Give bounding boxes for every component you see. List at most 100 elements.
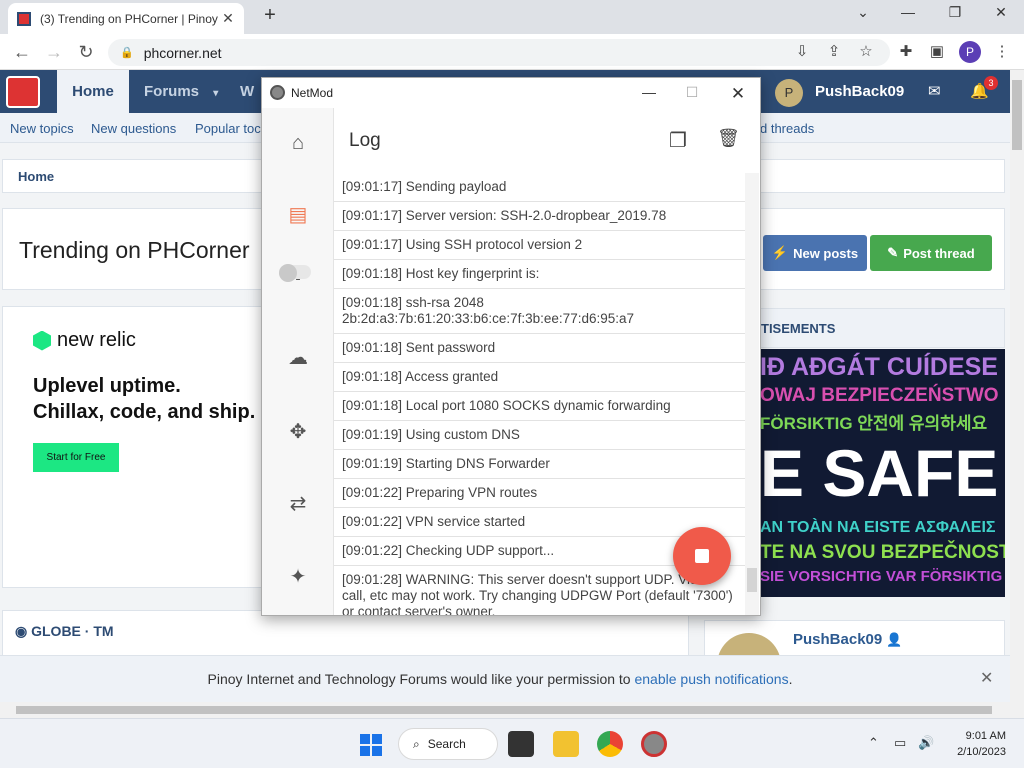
forward-icon[interactable]: →	[44, 42, 64, 62]
netmod-minimize-icon[interactable]: —	[639, 84, 659, 100]
url-text: phcorner.net	[143, 44, 222, 61]
close-icon[interactable]: ✕	[980, 668, 993, 688]
browser-tab[interactable]: (3) Trending on PHCorner | Pinoy ✕	[8, 3, 244, 34]
user-avatar[interactable]: P	[775, 79, 803, 107]
clear-log-icon[interactable]: 🗑	[717, 128, 740, 152]
netmod-close-icon[interactable]: ✕	[728, 84, 748, 104]
log-scroll-thumb[interactable]	[747, 568, 757, 592]
copy-icon[interactable]: ❐	[667, 128, 689, 152]
menu-icon[interactable]: ⋮	[992, 42, 1012, 62]
file-explorer-icon[interactable]	[553, 731, 579, 757]
side-panel-icon[interactable]: ▣	[927, 42, 947, 62]
nav-whats-new[interactable]: W	[240, 70, 260, 113]
back-icon[interactable]: ←	[12, 42, 32, 62]
cloud-icon[interactable]: ☁	[284, 344, 312, 372]
profile-name[interactable]: PushBack09 👤	[793, 631, 903, 648]
post-thread-button[interactable]: ✎ Post thread	[870, 235, 992, 271]
advertisements-header: TISEMENTS	[760, 308, 1005, 348]
log-entry: [09:01:17] Server version: SSH-2.0-dropb…	[334, 202, 745, 231]
enable-push-link[interactable]: enable push notifications	[634, 671, 788, 687]
horizontal-scroll-thumb[interactable]	[16, 706, 992, 714]
notification-badge: 3	[984, 76, 998, 90]
repeat-icon[interactable]: ⇄	[284, 490, 312, 518]
log-entry: [09:01:17] Using SSH protocol version 2	[334, 231, 745, 260]
new-posts-label: New posts	[793, 245, 859, 261]
tab-title: (3) Trending on PHCorner | Pinoy	[40, 11, 218, 26]
log-icon[interactable]: ▤	[284, 201, 312, 229]
tab-search-icon[interactable]: ⌄	[848, 4, 878, 21]
log-entry: [09:01:18] Sent password	[334, 334, 745, 363]
ad-headline: Uplevel uptime. Chillax, code, and ship.	[33, 373, 255, 425]
globe-tm-title[interactable]: ◉ GLOBE · TM	[15, 623, 114, 640]
log-entry: [09:01:18] ssh-rsa 2048 2b:2d:a3:7b:61:2…	[334, 289, 745, 334]
network-icon[interactable]: ▭	[894, 735, 906, 751]
chrome-icon[interactable]	[597, 731, 623, 757]
push-text: Pinoy Internet and Technology Forums wou…	[207, 671, 631, 687]
windows-start-icon[interactable]	[360, 734, 382, 756]
move-icon[interactable]: ✥	[284, 418, 312, 446]
new-relic-logo: new relic	[33, 329, 136, 352]
tab-close-icon[interactable]: ✕	[220, 10, 236, 27]
clock-date[interactable]: 2/10/2023	[950, 746, 1006, 758]
account-username[interactable]: PushBack09	[815, 70, 904, 113]
extensions-icon[interactable]: ✚	[896, 42, 916, 62]
log-scrollbar[interactable]	[745, 173, 759, 615]
volume-icon[interactable]: 🔊	[918, 735, 934, 751]
safe-line-2: OWAJ BEZPIECZEŃSTWO	[760, 385, 999, 406]
vertical-scroll-thumb[interactable]	[1012, 80, 1022, 150]
netmod-maximize-icon[interactable]: ☐	[682, 84, 702, 101]
lock-icon: 🔒	[120, 47, 134, 59]
bookmark-star-icon[interactable]: ☆	[856, 42, 876, 62]
inbox-icon[interactable]: ✉	[928, 82, 941, 100]
new-posts-button[interactable]: ⚡ New posts	[763, 235, 867, 271]
share-icon[interactable]: ⇪	[824, 42, 844, 62]
taskbar-search[interactable]: ⌕ Search	[398, 728, 498, 760]
safe-line-7: SIE VORSICHTIG VAR FÖRSIKTIG	[760, 568, 1003, 585]
task-view-icon[interactable]	[508, 731, 534, 757]
log-entry: [09:01:19] Starting DNS Forwarder	[334, 450, 745, 479]
safe-line-4: E SAFE	[760, 436, 999, 510]
breadcrumb-home[interactable]: Home	[18, 169, 54, 184]
restore-icon[interactable]: ❐	[940, 4, 970, 21]
site-logo[interactable]	[6, 76, 40, 108]
ad-headline-line-1: Uplevel uptime.	[33, 375, 181, 397]
profile-name-text: PushBack09	[793, 631, 883, 648]
netmod-taskbar-icon[interactable]	[641, 731, 667, 757]
magic-wand-icon[interactable]: ✦	[284, 563, 312, 591]
profile-avatar[interactable]: P	[959, 41, 981, 63]
stop-button[interactable]	[673, 527, 731, 585]
log-entry: [09:01:18] Access granted	[334, 363, 745, 392]
netmod-title: NetMod	[291, 86, 334, 100]
new-relic-ad[interactable]: new relic Uplevel uptime. Chillax, code,…	[2, 306, 262, 588]
globe-tm-label: GLOBE · TM	[31, 623, 114, 639]
nav-home[interactable]: Home	[57, 70, 129, 113]
page-title: Trending on PHCorner	[19, 237, 250, 263]
globe-icon: ◉	[15, 623, 28, 639]
subnav-threads[interactable]: d threads	[760, 121, 814, 136]
vertical-scrollbar[interactable]	[1010, 70, 1024, 702]
safe-line-6: TE NA SVOU BEZPEČNOST	[760, 542, 1005, 563]
subnav-popular[interactable]: Popular toc	[195, 121, 261, 136]
minimize-icon[interactable]: —	[893, 4, 923, 20]
clock-time[interactable]: 9:01 AM	[950, 730, 1006, 742]
post-thread-label: Post thread	[903, 245, 975, 261]
subnav-new-questions[interactable]: New questions	[91, 121, 176, 136]
user-check-icon: 👤	[886, 632, 903, 647]
stop-icon	[695, 549, 709, 563]
chevron-up-icon[interactable]: ⌃	[868, 735, 879, 751]
reload-icon[interactable]: ↻	[76, 42, 96, 62]
close-window-icon[interactable]: ✕	[986, 4, 1016, 21]
address-bar[interactable]: 🔒 phcorner.net	[108, 39, 890, 66]
install-app-icon[interactable]: ⇩	[792, 42, 812, 62]
be-safe-banner[interactable]: IÐ AÐGÁT CUÍDESE OWAJ BEZPIECZEŃSTWO FÖR…	[760, 349, 1005, 597]
safe-line-1: IÐ AÐGÁT CUÍDESE	[760, 353, 998, 381]
home-icon[interactable]: ⌂	[284, 129, 312, 157]
new-tab-icon[interactable]: +	[258, 4, 282, 27]
safe-line-5: AN TOÀN NA EISTE ΑΣΦΑΛΕΙΣ	[760, 519, 996, 536]
nav-forums[interactable]: Forums ▾	[130, 70, 230, 113]
netmod-window: NetMod — ☐ ✕ ⌂ ▤ ✚ ☁ ✥ ⇄ ✦ Log ❐ 🗑 [09:0…	[261, 77, 761, 616]
push-permission-bar: Pinoy Internet and Technology Forums wou…	[0, 655, 1010, 702]
new-relic-mark-icon	[33, 330, 51, 351]
subnav-new-topics[interactable]: New topics	[10, 121, 74, 136]
ad-cta-button[interactable]: Start for Free	[33, 443, 119, 472]
